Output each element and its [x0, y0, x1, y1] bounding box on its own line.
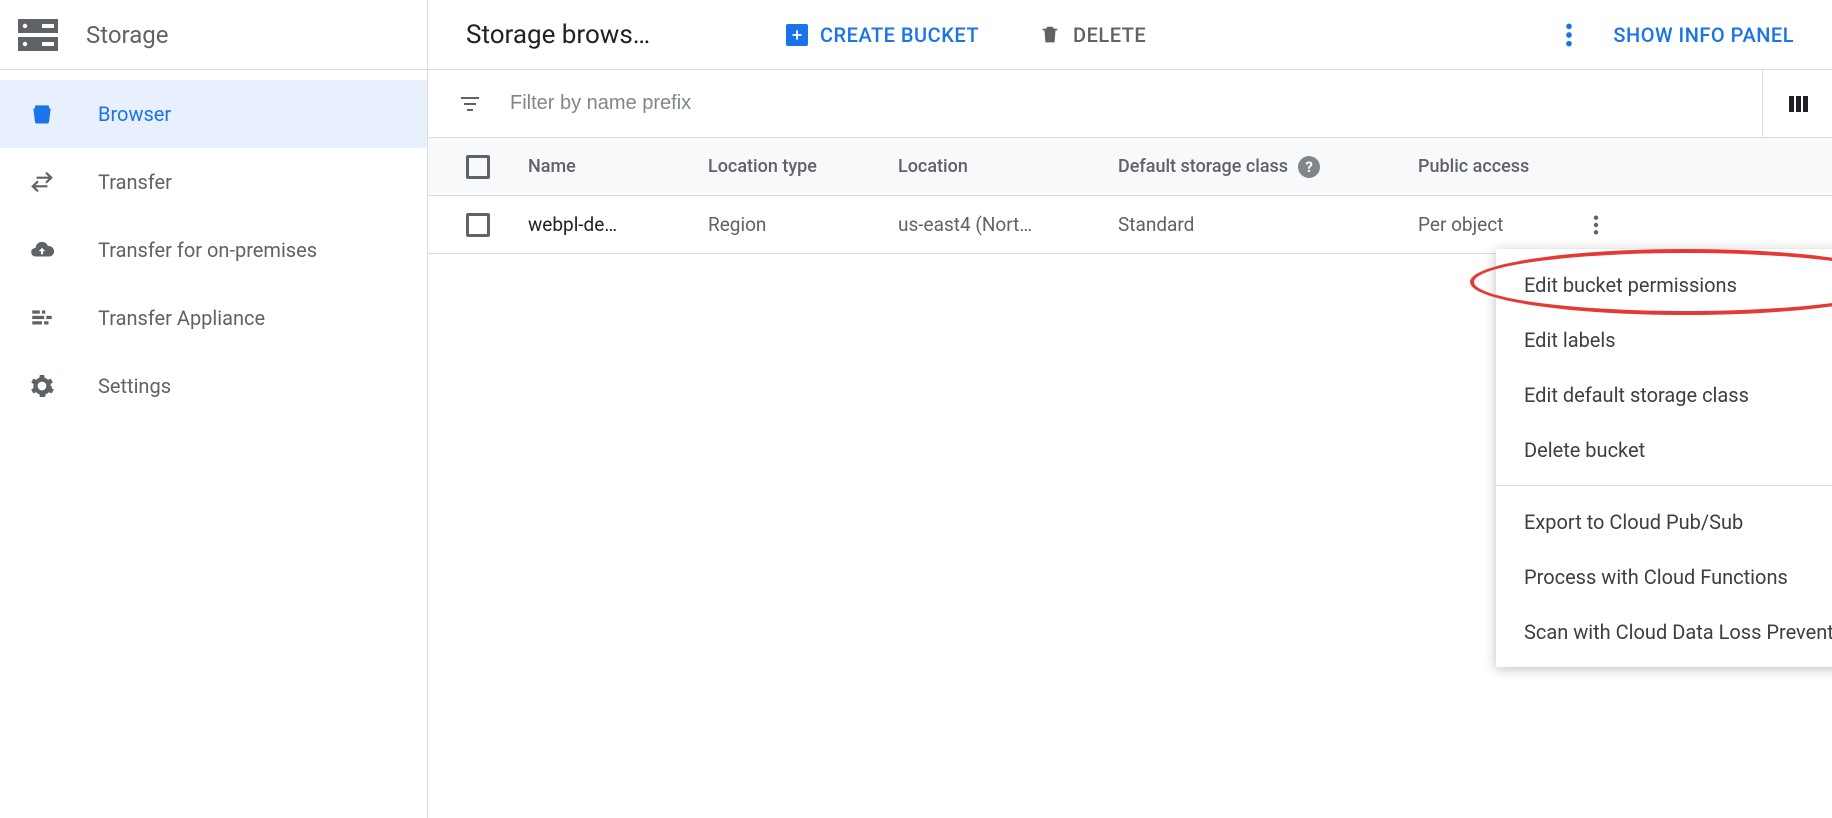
sidebar: Storage Browser Transfer Transfer for on…: [0, 0, 428, 818]
sidebar-item-label: Browser: [98, 102, 171, 126]
cell-location: us-east4 (Nort…: [898, 213, 1118, 236]
bucket-icon: [28, 100, 56, 128]
cell-public-access: Per object: [1418, 213, 1576, 236]
header-location-type[interactable]: Location type: [708, 156, 898, 177]
help-icon[interactable]: ?: [1298, 156, 1320, 178]
menu-delete-bucket[interactable]: Delete bucket: [1496, 422, 1832, 477]
create-bucket-button[interactable]: CREATE BUCKET: [786, 23, 979, 47]
sidebar-item-label: Transfer for on-premises: [98, 238, 317, 262]
filter-icon[interactable]: [458, 92, 482, 116]
storage-product-icon: [18, 17, 58, 53]
row-checkbox[interactable]: [466, 213, 490, 237]
plus-box-icon: [786, 24, 808, 46]
header-name[interactable]: Name: [528, 156, 708, 177]
menu-edit-labels[interactable]: Edit labels: [1496, 312, 1832, 367]
row-select-cell: [428, 213, 528, 237]
trash-icon: [1039, 24, 1061, 46]
select-all-cell: [428, 155, 528, 179]
cell-name[interactable]: webpl-de…: [528, 213, 708, 236]
sidebar-item-label: Settings: [98, 374, 171, 398]
menu-export-pubsub[interactable]: Export to Cloud Pub/Sub: [1496, 494, 1832, 549]
sidebar-title: Storage: [86, 21, 168, 49]
sidebar-item-transfer-appliance[interactable]: Transfer Appliance: [0, 284, 427, 352]
row-context-menu: Edit bucket permissions Edit labels Edit…: [1496, 249, 1832, 667]
sidebar-nav: Browser Transfer Transfer for on-premise…: [0, 70, 427, 420]
delete-button[interactable]: DELETE: [1039, 23, 1146, 47]
table-row[interactable]: webpl-de… Region us-east4 (Nort… Standar…: [428, 196, 1832, 254]
filter-input[interactable]: [510, 92, 1762, 115]
header-storage-class[interactable]: Default storage class ?: [1118, 156, 1418, 178]
sidebar-item-transfer-onprem[interactable]: Transfer for on-premises: [0, 216, 427, 284]
show-info-panel-button[interactable]: SHOW INFO PANEL: [1613, 23, 1794, 47]
select-all-checkbox[interactable]: [466, 155, 490, 179]
transfer-icon: [28, 168, 56, 196]
page-title: Storage brows…: [466, 20, 746, 50]
sidebar-item-transfer[interactable]: Transfer: [0, 148, 427, 216]
menu-edit-storage-class[interactable]: Edit default storage class: [1496, 367, 1832, 422]
cell-location-type: Region: [708, 213, 898, 236]
menu-divider: [1496, 485, 1832, 486]
sidebar-item-label: Transfer: [98, 170, 172, 194]
columns-button[interactable]: [1762, 70, 1832, 138]
filter-bar: [428, 70, 1832, 138]
main-content: Storage brows… CREATE BUCKET DELETE SHOW…: [428, 0, 1832, 818]
menu-edit-permissions[interactable]: Edit bucket permissions: [1496, 257, 1832, 312]
row-more-button[interactable]: [1576, 214, 1616, 236]
gear-icon: [28, 372, 56, 400]
header-location[interactable]: Location: [898, 156, 1118, 177]
sidebar-item-browser[interactable]: Browser: [0, 80, 427, 148]
menu-dlp-scan[interactable]: Scan with Cloud Data Loss Prevention: [1496, 604, 1832, 659]
cloud-upload-icon: [28, 236, 56, 264]
header-public-access[interactable]: Public access: [1418, 156, 1576, 177]
menu-cloud-functions[interactable]: Process with Cloud Functions: [1496, 549, 1832, 604]
table-header: Name Location type Location Default stor…: [428, 138, 1832, 196]
sidebar-header: Storage: [0, 0, 427, 70]
more-actions-button[interactable]: [1565, 22, 1573, 48]
create-bucket-label: CREATE BUCKET: [820, 23, 979, 47]
sidebar-item-label: Transfer Appliance: [98, 306, 265, 330]
toolbar: Storage brows… CREATE BUCKET DELETE SHOW…: [428, 0, 1832, 70]
sidebar-item-settings[interactable]: Settings: [0, 352, 427, 420]
header-storage-class-label: Default storage class: [1118, 156, 1288, 177]
delete-label: DELETE: [1073, 23, 1146, 47]
cell-storage-class: Standard: [1118, 213, 1418, 236]
appliance-icon: [28, 304, 56, 332]
